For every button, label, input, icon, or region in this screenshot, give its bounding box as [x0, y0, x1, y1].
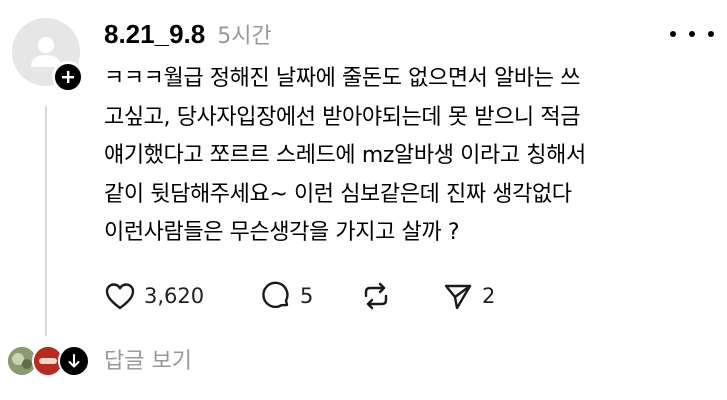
more-dot	[689, 31, 695, 37]
reply-avatar-more	[58, 345, 90, 377]
view-replies-link[interactable]: 답글 보기	[104, 344, 192, 380]
reply-count: 5	[300, 284, 314, 308]
share-button[interactable]: 2	[442, 280, 522, 312]
arrow-down-icon	[68, 354, 80, 368]
repost-button[interactable]	[360, 280, 442, 312]
share-count: 2	[482, 284, 496, 308]
username[interactable]: 8.21_9.8	[104, 19, 205, 50]
reply-avatars[interactable]	[6, 345, 92, 379]
post-header: 8.21_9.8 5시간	[104, 16, 272, 52]
plus-icon	[62, 71, 74, 83]
heart-icon	[105, 283, 135, 310]
more-horizontal-icon	[670, 31, 676, 37]
like-button[interactable]: 3,620	[104, 281, 260, 311]
more-options-button[interactable]	[670, 24, 714, 44]
action-bar: 3,620 5 2	[104, 277, 522, 315]
more-dot	[708, 31, 714, 37]
comment-icon	[262, 281, 289, 309]
send-icon	[444, 284, 472, 310]
repost-icon	[364, 282, 388, 310]
thread-line	[45, 106, 47, 336]
follow-button[interactable]	[52, 61, 84, 93]
reply-button[interactable]: 5	[260, 280, 360, 312]
post-timestamp: 5시간	[217, 24, 272, 49]
like-count: 3,620	[144, 284, 205, 308]
post-body: ㅋㅋㅋ월급 정해진 날짜에 줄돈도 없으면서 알바는 쓰 고싶고, 당사자입장에…	[104, 66, 586, 245]
